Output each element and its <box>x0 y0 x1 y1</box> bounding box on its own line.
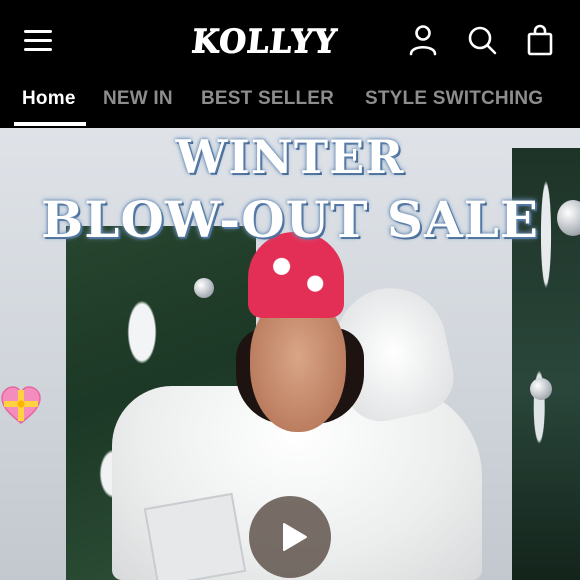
brand-logo[interactable]: KOLLYY <box>188 20 340 64</box>
headline-line-2: BLOW-OUT SALE <box>40 190 540 249</box>
shopping-bag-icon[interactable] <box>525 24 555 56</box>
ornament <box>530 378 552 400</box>
hero-banner[interactable]: WINTER BLOW-OUT SALE <box>0 128 580 580</box>
active-tab-underline <box>14 122 86 126</box>
hamburger-menu-icon[interactable] <box>24 28 54 54</box>
search-icon[interactable] <box>467 24 497 56</box>
tab-home[interactable]: Home <box>22 88 76 110</box>
tab-style-switching[interactable]: STYLE SWITCHING <box>365 88 543 110</box>
tab-new-in[interactable]: NEW IN <box>103 88 173 110</box>
gift-box <box>143 492 247 580</box>
gift-heart-icon[interactable] <box>0 386 42 426</box>
play-icon <box>283 523 307 551</box>
user-icon[interactable] <box>408 24 438 56</box>
tab-best-seller[interactable]: BEST SELLER <box>201 88 334 110</box>
logo-text: KOLLYY <box>189 23 339 62</box>
category-nav: Home NEW IN BEST SELLER STYLE SWITCHING <box>0 82 580 128</box>
top-header: KOLLYY <box>0 0 580 82</box>
ornament <box>194 278 214 298</box>
headline-line-1: WINTER <box>175 130 405 184</box>
play-video-button[interactable] <box>249 496 331 578</box>
